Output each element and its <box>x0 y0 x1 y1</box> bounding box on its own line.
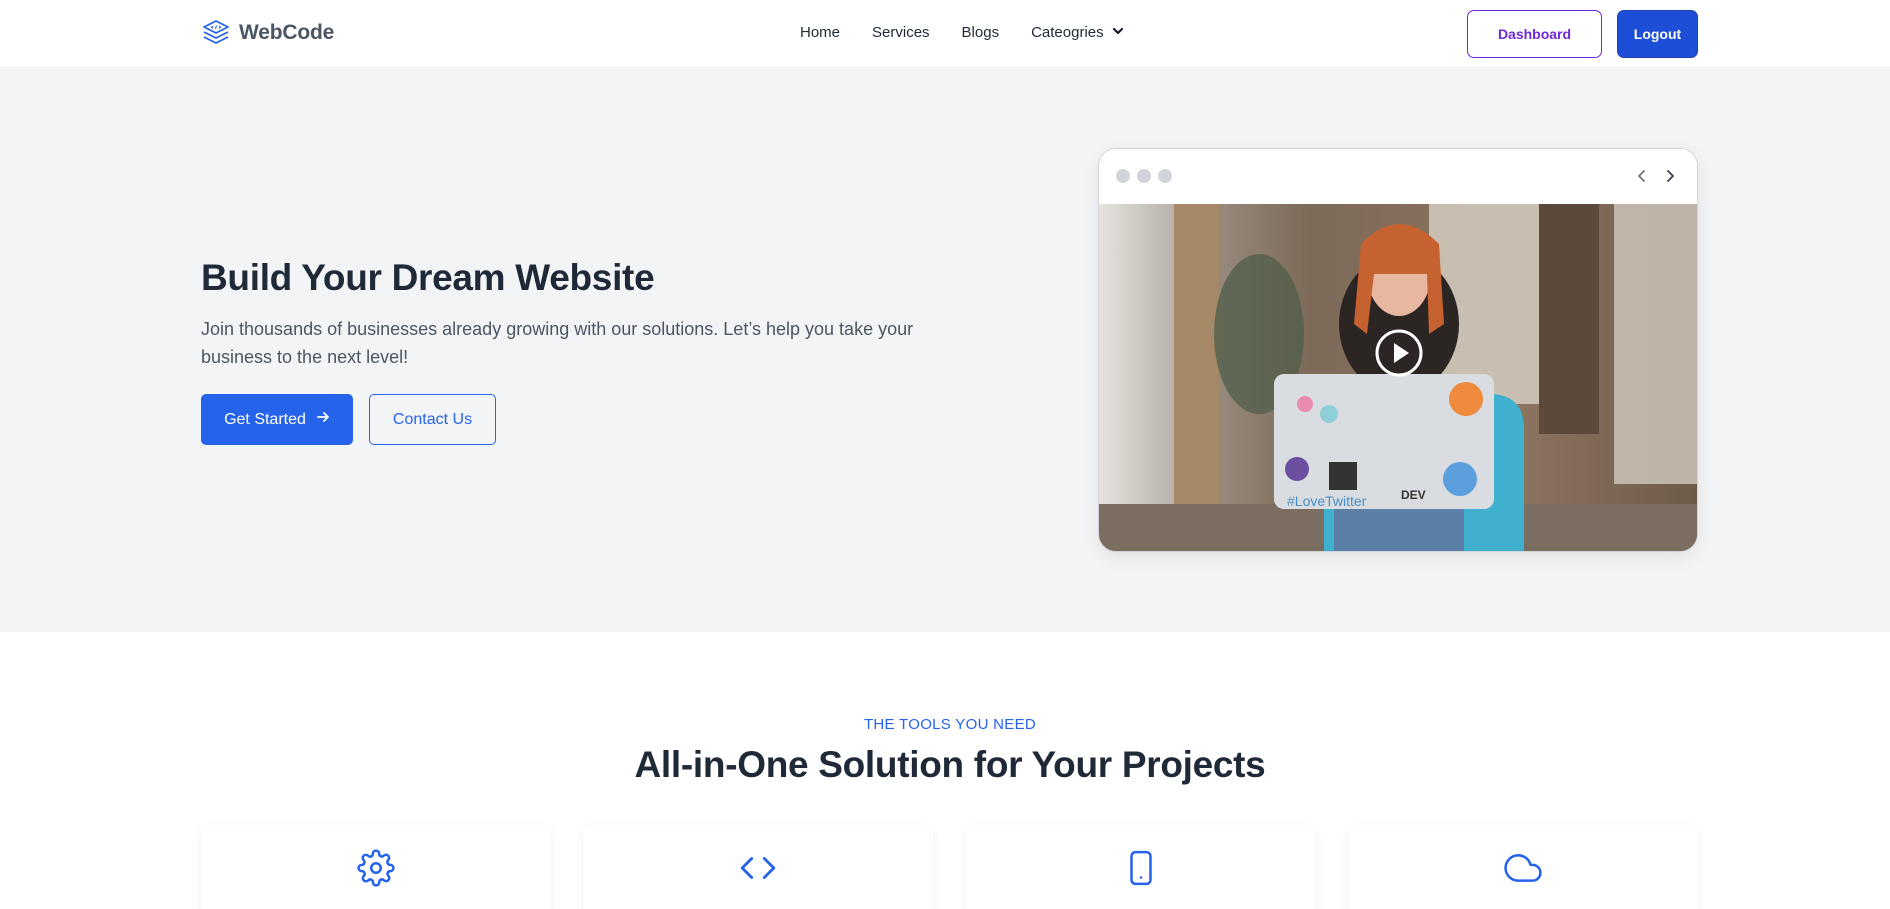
window-dot <box>1158 169 1172 183</box>
feature-card[interactable] <box>1348 826 1698 909</box>
top-navbar: WebCode Home Services Blogs Cateogries D… <box>0 0 1890 68</box>
hero-subtitle: Join thousands of businesses already gro… <box>201 319 914 367</box>
nav-item-services[interactable]: Services <box>872 24 930 41</box>
hero-title: Build Your Dream Website <box>201 257 655 298</box>
browser-mockup: #LoveTwitter DEV <box>1098 148 1698 552</box>
nav-item-categories-label: Cateogries <box>1031 24 1104 41</box>
section-title: All-in-One Solution for Your Projects <box>634 744 1266 785</box>
arrow-right-icon <box>316 410 330 429</box>
get-started-label: Get Started <box>224 410 306 428</box>
chevron-right-icon[interactable] <box>1657 163 1683 189</box>
play-icon[interactable] <box>1374 328 1424 378</box>
nav-item-blogs[interactable]: Blogs <box>962 24 1000 41</box>
feature-card[interactable] <box>583 826 933 909</box>
gear-icon <box>356 848 396 888</box>
chevron-down-icon <box>1112 24 1124 41</box>
video-thumbnail[interactable]: #LoveTwitter DEV <box>1099 204 1697 551</box>
nav-item-categories[interactable]: Cateogries <box>1031 24 1124 41</box>
feature-card[interactable] <box>966 826 1316 909</box>
mobile-icon <box>1121 848 1161 888</box>
browser-toolbar <box>1099 149 1697 204</box>
layers-code-icon <box>201 18 231 48</box>
nav-item-home[interactable]: Home <box>800 24 840 41</box>
svg-text:#LoveTwitter: #LoveTwitter <box>1287 493 1367 509</box>
contact-us-button[interactable]: Contact Us <box>369 394 496 445</box>
hero-section: Build Your Dream Website Join thousands … <box>0 69 1890 632</box>
code-icon <box>738 848 778 888</box>
get-started-button[interactable]: Get Started <box>201 394 353 445</box>
brand-logo[interactable]: WebCode <box>201 18 334 48</box>
brand-name: WebCode <box>239 21 335 44</box>
feature-card[interactable] <box>201 826 551 909</box>
window-dot <box>1116 169 1130 183</box>
chevron-left-icon[interactable] <box>1629 163 1655 189</box>
logout-button[interactable]: Logout <box>1617 10 1698 58</box>
cloud-icon <box>1503 848 1543 888</box>
dashboard-button[interactable]: Dashboard <box>1467 10 1602 58</box>
svg-text:DEV: DEV <box>1401 488 1426 502</box>
window-dot <box>1137 169 1151 183</box>
section-eyebrow: THE TOOLS YOU NEED <box>863 716 1037 733</box>
main-nav: Home Services Blogs Cateogries <box>800 24 1124 41</box>
